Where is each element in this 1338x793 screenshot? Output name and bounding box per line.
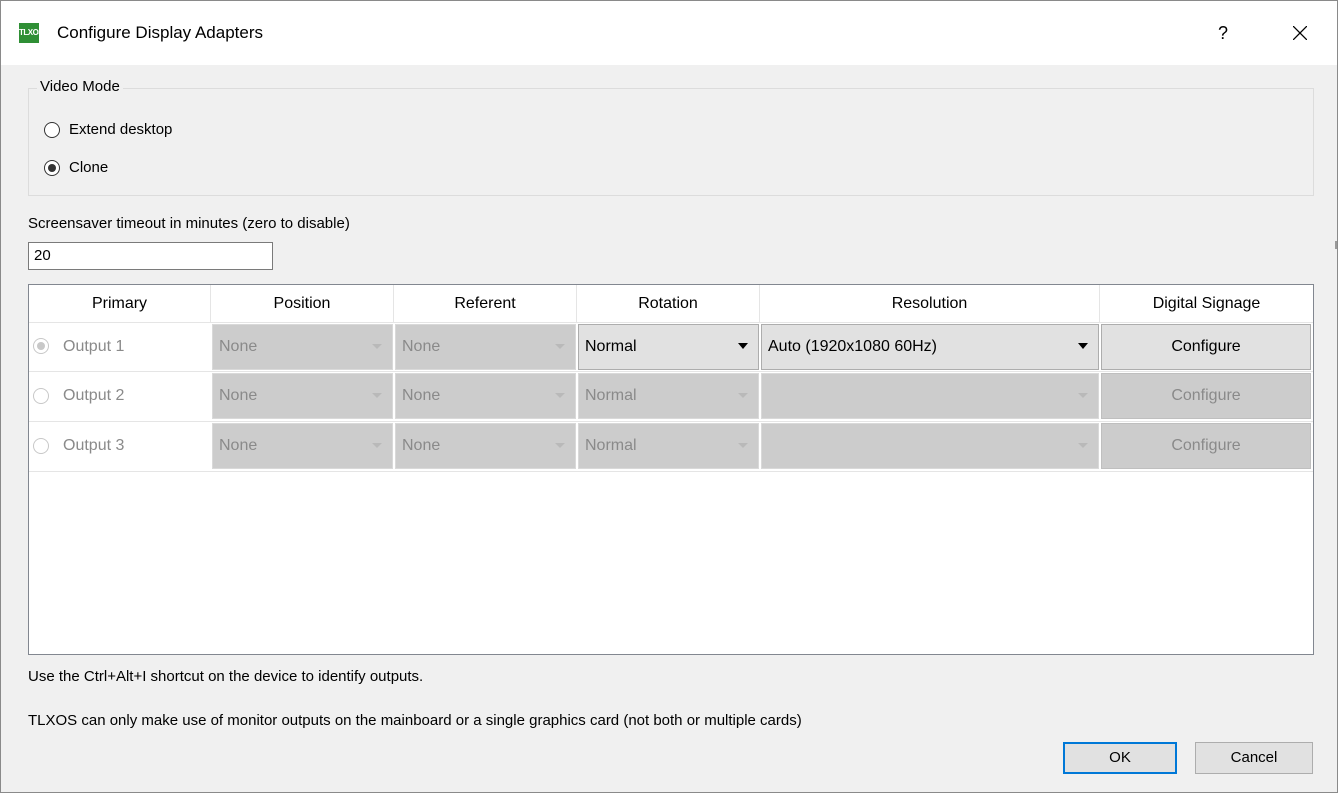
dropdown-arrow-icon [555, 344, 565, 349]
referent-value: None [402, 387, 441, 404]
output-1-label: Output 1 [63, 338, 125, 355]
position-value: None [219, 437, 258, 454]
position-combo-output-1[interactable]: None [212, 324, 393, 370]
close-button[interactable] [1277, 13, 1323, 53]
header-rotation: Rotation [577, 285, 760, 323]
referent-value: None [402, 338, 441, 355]
screensaver-timeout-input[interactable]: 20 [28, 242, 273, 270]
referent-combo-output-2[interactable]: None [395, 373, 576, 419]
rotation-value: Normal [585, 437, 637, 454]
extend-desktop-label[interactable]: Extend desktop [69, 120, 172, 140]
row-divider [29, 471, 1313, 472]
primary-radio-output-1[interactable] [33, 338, 49, 354]
rotation-value: Normal [585, 387, 637, 404]
shortcut-note: Use the Ctrl+Alt+I shortcut on the devic… [28, 668, 424, 685]
configure-button-output-3[interactable]: Configure [1101, 423, 1311, 469]
outputs-table: Primary Position Referent Rotation Resol… [28, 284, 1314, 655]
dropdown-arrow-icon [738, 343, 748, 349]
configure-button-output-2[interactable]: Configure [1101, 373, 1311, 419]
video-mode-label: Video Mode [37, 77, 123, 97]
rotation-combo-output-2[interactable]: Normal [578, 373, 759, 419]
header-referent: Referent [394, 285, 577, 323]
header-resolution: Resolution [760, 285, 1100, 323]
position-combo-output-2[interactable]: None [212, 373, 393, 419]
referent-combo-output-1[interactable]: None [395, 324, 576, 370]
table-row: Output 3 [29, 421, 211, 471]
dropdown-arrow-icon [1078, 343, 1088, 349]
table-row: Output 1 [29, 323, 211, 371]
row-divider [29, 371, 1313, 372]
help-button[interactable]: ? [1201, 13, 1245, 53]
primary-radio-output-3[interactable] [33, 438, 49, 454]
dropdown-arrow-icon [738, 393, 748, 398]
resolution-combo-output-1[interactable]: Auto (1920x1080 60Hz) [761, 324, 1099, 370]
resolution-combo-output-2[interactable] [761, 373, 1099, 419]
header-primary: Primary [29, 285, 211, 323]
app-logo-icon: TLXOS [19, 23, 44, 43]
resolution-value: Auto (1920x1080 60Hz) [768, 338, 937, 355]
output-3-label: Output 3 [63, 437, 125, 454]
video-mode-group [28, 88, 1314, 196]
row-divider [29, 421, 1313, 422]
position-value: None [219, 387, 258, 404]
rotation-value: Normal [585, 338, 637, 355]
position-value: None [219, 338, 258, 355]
rotation-combo-output-1[interactable]: Normal [578, 324, 759, 370]
clone-radio[interactable] [44, 160, 60, 176]
cancel-button[interactable]: Cancel [1195, 742, 1313, 774]
close-icon [1293, 26, 1307, 40]
extend-desktop-radio[interactable] [44, 122, 60, 138]
dropdown-arrow-icon [372, 344, 382, 349]
configure-button-output-1[interactable]: Configure [1101, 324, 1311, 370]
referent-value: None [402, 437, 441, 454]
limitation-note: TLXOS can only make use of monitor outpu… [28, 712, 802, 729]
window-title: Configure Display Adapters [57, 23, 264, 42]
ok-button[interactable]: OK [1063, 742, 1177, 774]
position-combo-output-3[interactable]: None [212, 423, 393, 469]
referent-combo-output-3[interactable]: None [395, 423, 576, 469]
table-row: Output 2 [29, 371, 211, 421]
resize-handle[interactable] [1335, 241, 1337, 249]
dropdown-arrow-icon [372, 393, 382, 398]
title-bar: TLXOS Configure Display Adapters ? [1, 1, 1337, 65]
rotation-combo-output-3[interactable]: Normal [578, 423, 759, 469]
clone-label[interactable]: Clone [69, 158, 108, 178]
screensaver-label: Screensaver timeout in minutes (zero to … [28, 215, 350, 232]
header-digital-signage: Digital Signage [1100, 285, 1313, 323]
dropdown-arrow-icon [555, 443, 565, 448]
resolution-combo-output-3[interactable] [761, 423, 1099, 469]
dropdown-arrow-icon [1078, 393, 1088, 398]
dropdown-arrow-icon [555, 393, 565, 398]
header-position: Position [211, 285, 394, 323]
dialog-window: TLXOS Configure Display Adapters ? Video… [0, 0, 1338, 793]
dropdown-arrow-icon [738, 443, 748, 448]
dropdown-arrow-icon [1078, 443, 1088, 448]
primary-radio-output-2[interactable] [33, 388, 49, 404]
output-2-label: Output 2 [63, 387, 125, 404]
dropdown-arrow-icon [372, 443, 382, 448]
